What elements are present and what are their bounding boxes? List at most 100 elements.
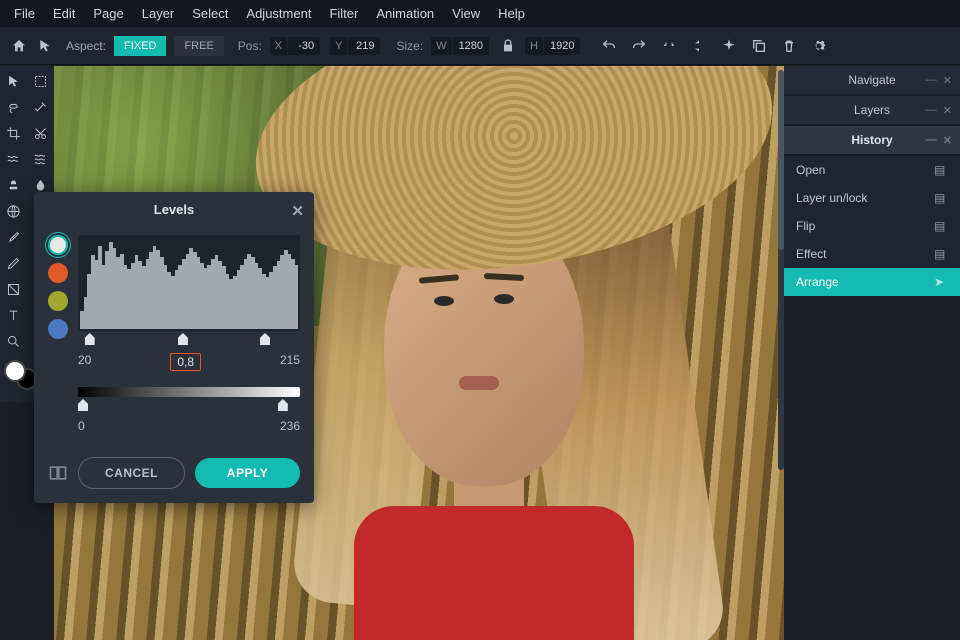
panel-minimize-icon[interactable]: — (926, 74, 937, 87)
input-highlight-value[interactable]: 215 (280, 353, 300, 371)
redo-icon[interactable] (630, 37, 648, 55)
pencil-tool[interactable] (0, 250, 27, 276)
menu-file[interactable]: File (14, 6, 35, 21)
panel-close-icon[interactable]: ✕ (943, 74, 952, 87)
input-highlight-handle[interactable] (260, 333, 270, 345)
history-item-label: Arrange (796, 275, 839, 289)
levels-dialog: Levels ✕ 20 0,8 215 (34, 192, 314, 503)
panel-history-header[interactable]: History —✕ (784, 126, 960, 154)
panel-layers-header[interactable]: Layers — ✕ (784, 96, 960, 124)
aspect-label: Aspect: (66, 39, 106, 53)
panel-navigate-header[interactable]: Navigate — ✕ (784, 66, 960, 94)
lasso-tool[interactable] (0, 94, 27, 120)
liquify-tool[interactable] (0, 146, 27, 172)
channel-green[interactable] (48, 291, 68, 311)
cancel-button[interactable]: CANCEL (78, 457, 185, 489)
settings-gear-icon[interactable] (810, 37, 828, 55)
clone-stamp-tool[interactable] (0, 172, 27, 198)
menu-view[interactable]: View (452, 6, 480, 21)
pos-label: Pos: (238, 39, 262, 53)
channel-selector (48, 235, 68, 433)
input-slider-track[interactable] (78, 333, 300, 347)
history-item-layerlock[interactable]: Layer un/lock ▤ (784, 184, 960, 212)
flip-horizontal-icon[interactable] (690, 37, 708, 55)
output-shadow-value[interactable]: 0 (78, 419, 85, 433)
channel-blue[interactable] (48, 319, 68, 339)
output-highlight-value[interactable]: 236 (280, 419, 300, 433)
wand-tool[interactable] (27, 94, 54, 120)
output-highlight-handle[interactable] (278, 399, 288, 411)
right-panel-column: Navigate —✕ Layers —✕ History —✕ Open▤ L… (784, 66, 960, 640)
arrange-tool[interactable] (0, 68, 27, 94)
warp-tool[interactable] (27, 146, 54, 172)
foreground-color-swatch[interactable] (4, 360, 26, 382)
pointer-icon[interactable] (36, 37, 54, 55)
dialog-title: Levels (154, 202, 194, 217)
brush-tool[interactable] (0, 224, 27, 250)
duplicate-icon[interactable] (750, 37, 768, 55)
auto-enhance-icon[interactable] (720, 37, 738, 55)
output-shadow-handle[interactable] (78, 399, 88, 411)
clipboard-icon: ▤ (934, 247, 948, 261)
clipboard-icon: ▤ (934, 191, 948, 205)
x-value[interactable]: -30 (288, 37, 320, 55)
crop-tool[interactable] (0, 120, 27, 146)
lock-aspect-icon[interactable] (499, 37, 517, 55)
panel-minimize-icon[interactable]: — (926, 104, 937, 117)
menu-edit[interactable]: Edit (53, 6, 75, 21)
menu-layer[interactable]: Layer (142, 6, 175, 21)
y-value[interactable]: 219 (348, 37, 380, 55)
undo-icon[interactable] (600, 37, 618, 55)
marquee-tool[interactable] (27, 68, 54, 94)
zoom-tool[interactable] (0, 328, 27, 354)
dialog-title-bar[interactable]: Levels ✕ (34, 192, 314, 227)
home-icon[interactable] (10, 37, 28, 55)
menu-animation[interactable]: Animation (376, 6, 434, 21)
panel-minimize-icon[interactable]: — (926, 134, 937, 147)
menu-select[interactable]: Select (192, 6, 228, 21)
compare-icon[interactable] (48, 463, 68, 483)
size-label: Size: (396, 39, 423, 53)
history-item-arrange[interactable]: Arrange ➤ (784, 268, 960, 296)
panel-navigate-title: Navigate (848, 73, 895, 87)
gradient-tool[interactable] (0, 276, 27, 302)
history-item-open[interactable]: Open▤ (784, 156, 960, 184)
history-item-label: Effect (796, 247, 826, 261)
menubar: File Edit Page Layer Select Adjustment F… (0, 0, 960, 27)
aspect-free-button[interactable]: FREE (174, 36, 223, 56)
close-icon[interactable]: ✕ (291, 202, 304, 220)
input-shadow-value[interactable]: 20 (78, 353, 91, 371)
history-item-effect[interactable]: Effect ▤ (784, 240, 960, 268)
input-midtone-value[interactable]: 0,8 (170, 353, 201, 371)
text-tool[interactable] (0, 302, 27, 328)
option-bar: Aspect: FIXED FREE Pos: X -30 Y 219 Size… (0, 27, 960, 65)
x-prefix: X (270, 37, 287, 55)
menu-help[interactable]: Help (498, 6, 525, 21)
pointer-icon: ➤ (934, 275, 948, 289)
aspect-fixed-button[interactable]: FIXED (114, 36, 166, 56)
menu-filter[interactable]: Filter (329, 6, 358, 21)
panel-layers-title: Layers (854, 103, 890, 117)
cut-tool[interactable] (27, 120, 54, 146)
panel-close-icon[interactable]: ✕ (943, 134, 952, 147)
clipboard-icon: ▤ (934, 163, 948, 177)
histogram (78, 235, 300, 331)
channel-luminance[interactable] (48, 235, 68, 255)
history-list: Open▤ Layer un/lock ▤ Flip▤ Effect ▤ Arran… (784, 156, 960, 296)
h-value[interactable]: 1920 (544, 37, 580, 55)
panel-close-icon[interactable]: ✕ (943, 104, 952, 117)
flip-vertical-icon[interactable] (660, 37, 678, 55)
w-value[interactable]: 1280 (453, 37, 489, 55)
output-gradient (78, 387, 300, 397)
delete-icon[interactable] (780, 37, 798, 55)
history-item-flip[interactable]: Flip▤ (784, 212, 960, 240)
apply-button[interactable]: APPLY (195, 458, 300, 488)
output-slider-track[interactable] (78, 399, 300, 413)
web-tool[interactable] (0, 198, 27, 224)
menu-adjustment[interactable]: Adjustment (246, 6, 311, 21)
history-item-label: Layer un/lock (796, 191, 867, 205)
menu-page[interactable]: Page (93, 6, 123, 21)
input-midtone-handle[interactable] (178, 333, 188, 345)
input-shadow-handle[interactable] (85, 333, 95, 345)
channel-red[interactable] (48, 263, 68, 283)
